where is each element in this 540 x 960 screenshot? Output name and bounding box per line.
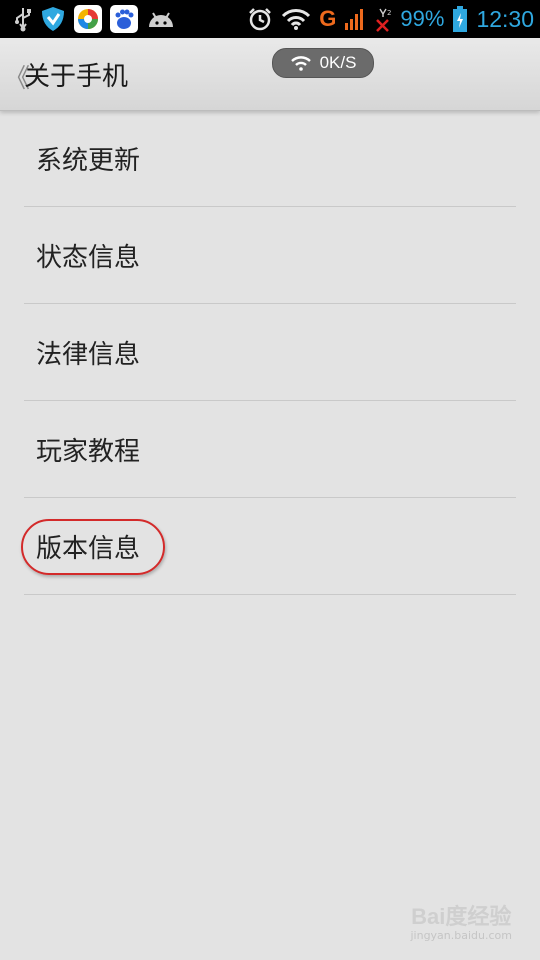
list-item-version-info[interactable]: 版本信息 <box>21 498 516 595</box>
shield-icon <box>42 7 64 31</box>
sim-missing-icon: 2 <box>376 8 392 32</box>
status-bar: G 2 99% 12:30 <box>0 0 540 38</box>
list-item-label: 玩家教程 <box>36 437 141 467</box>
page-title[interactable]: 关于手机 <box>24 56 128 93</box>
status-bar-system: G 2 99% 12:30 <box>247 4 534 34</box>
android-icon <box>149 12 173 27</box>
list-item-player-tutorial[interactable]: 玩家教程 <box>24 401 516 498</box>
battery-percent: 99% <box>400 6 445 31</box>
list-item-label: 状态信息 <box>36 243 141 273</box>
watermark: Bai度经验 jingyan.baidu.com <box>410 899 512 942</box>
watermark-url: jingyan.baidu.com <box>410 929 512 942</box>
network-speed-value: 0K/S <box>319 53 357 72</box>
network-type-indicator: G <box>319 6 337 31</box>
usb-icon <box>15 8 31 32</box>
status-bar-notifications <box>14 4 176 34</box>
list-item-label: 法律信息 <box>36 340 141 370</box>
title-bar: 《 关于手机 0K/S <box>0 38 540 111</box>
wifi-icon <box>282 9 311 30</box>
list-item-label: 版本信息 <box>36 534 141 564</box>
about-phone-list: 系统更新 状态信息 法律信息 玩家教程 版本信息 <box>0 110 540 595</box>
battery-icon <box>453 6 468 32</box>
status-clock: 12:30 <box>476 5 534 32</box>
svg-text:2: 2 <box>387 9 391 17</box>
watermark-logo-text: Bai度经验 <box>411 904 512 929</box>
list-item-label: 系统更新 <box>36 146 141 176</box>
signal-icon <box>345 9 364 30</box>
wifi-speed-icon <box>290 56 311 71</box>
list-item-legal-info[interactable]: 法律信息 <box>24 304 516 401</box>
baidu-icon <box>110 5 138 33</box>
alarm-icon <box>249 8 272 31</box>
list-item-status-info[interactable]: 状态信息 <box>24 207 516 304</box>
app-store-icon <box>74 5 102 33</box>
list-item-system-update[interactable]: 系统更新 <box>24 110 516 207</box>
network-speed-pill: 0K/S <box>272 48 374 78</box>
